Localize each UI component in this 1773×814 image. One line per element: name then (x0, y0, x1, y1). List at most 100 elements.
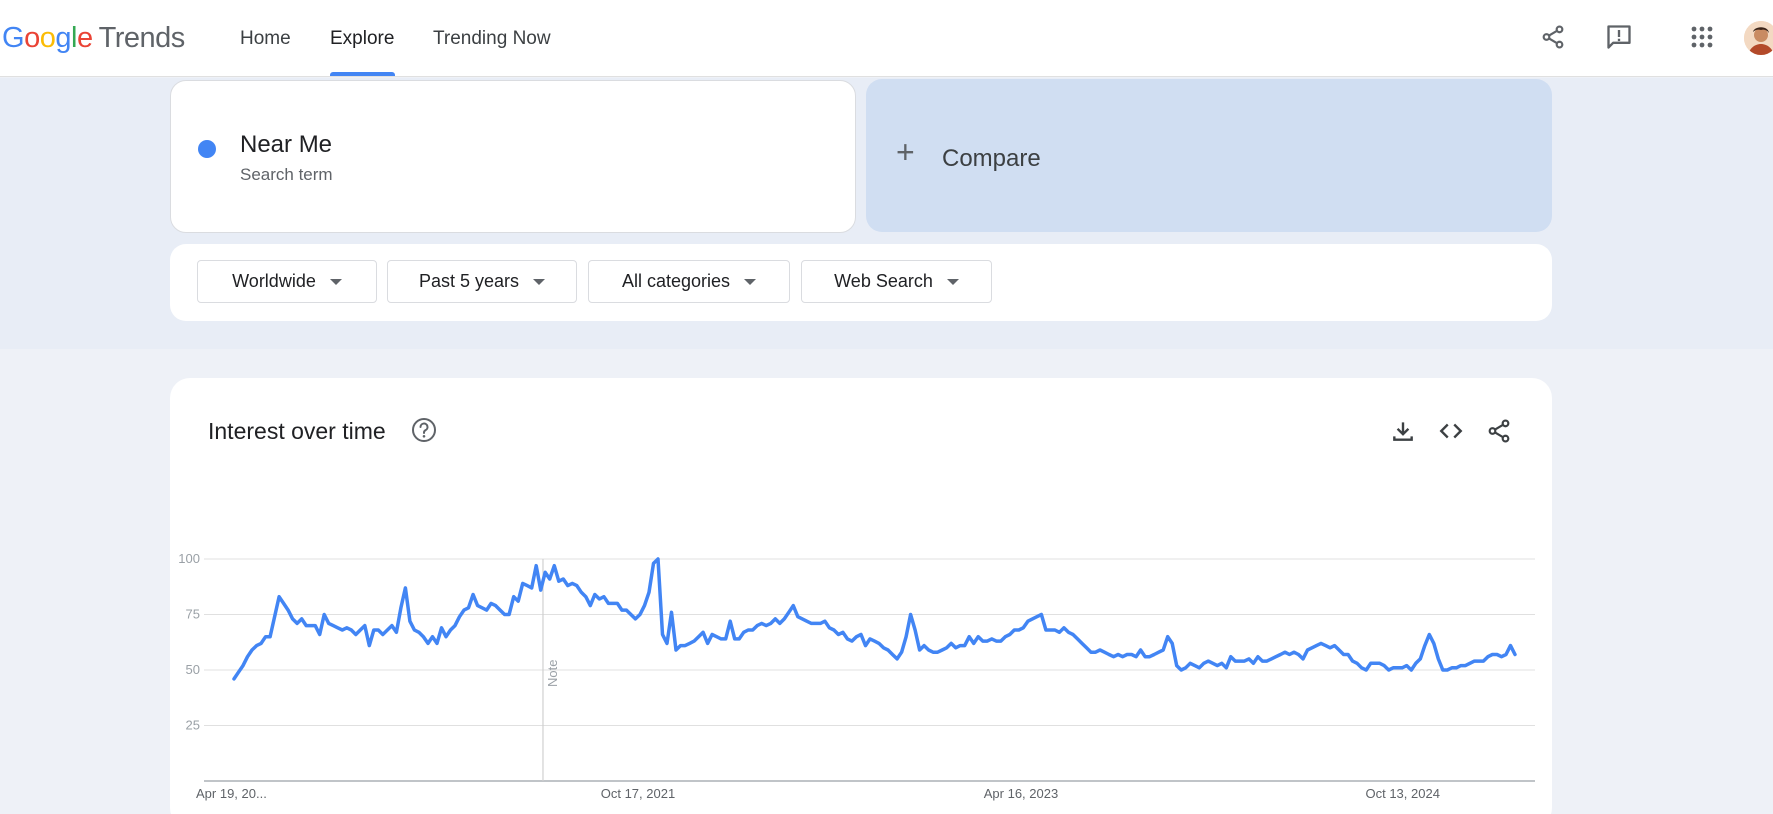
data-point (620, 608, 624, 612)
data-point (1418, 657, 1422, 661)
data-point (1175, 664, 1179, 668)
data-point (277, 595, 281, 599)
data-point (1130, 653, 1134, 657)
interest-line-chart[interactable]: 25 50 75 100 Note Apr 19, 20... Oct 17, 2021 Ap… (170, 378, 1552, 814)
compare-button[interactable]: + Compare (866, 79, 1552, 232)
data-point (340, 628, 344, 632)
data-point (584, 595, 588, 599)
data-point (1229, 655, 1233, 659)
note-label: Note (545, 660, 560, 687)
data-point (1387, 668, 1391, 672)
apps-grid-icon[interactable] (1687, 22, 1717, 52)
data-point (670, 610, 674, 614)
data-point (1351, 659, 1355, 663)
data-point (665, 641, 669, 645)
data-point (295, 621, 299, 625)
data-point (1355, 661, 1359, 665)
data-point (1179, 668, 1183, 672)
data-point (1152, 653, 1156, 657)
share-icon[interactable] (1538, 22, 1568, 52)
data-point (606, 601, 610, 605)
data-point (769, 621, 773, 625)
data-point (688, 641, 692, 645)
data-point (1333, 644, 1337, 648)
data-point (304, 624, 308, 628)
data-point (543, 570, 547, 574)
data-point (1139, 648, 1143, 652)
chevron-down-icon (533, 278, 546, 285)
data-point (1378, 661, 1382, 665)
data-point (1500, 655, 1504, 659)
data-point (638, 613, 642, 617)
data-point (972, 641, 976, 645)
chevron-down-icon (329, 278, 342, 285)
filter-search-type-dropdown[interactable]: Web Search (801, 260, 992, 303)
data-point (918, 648, 922, 652)
data-point (345, 626, 349, 630)
data-point (778, 621, 782, 625)
data-point (1364, 668, 1368, 672)
search-term-name[interactable]: Near Me (240, 131, 332, 159)
data-point (548, 577, 552, 581)
data-point (1490, 653, 1494, 657)
search-term-card[interactable]: Near Me Search term (170, 80, 856, 233)
data-point (1269, 657, 1273, 661)
filter-time-range-dropdown[interactable]: Past 5 years (387, 260, 577, 303)
data-point (814, 621, 818, 625)
data-point (1315, 644, 1319, 648)
data-point (1098, 648, 1102, 652)
data-point (1057, 630, 1061, 634)
term-color-dot (198, 140, 216, 158)
data-point (1170, 641, 1174, 645)
google-trends-logo[interactable]: Google Trends (2, 22, 185, 55)
data-point (1495, 653, 1499, 657)
data-point (1405, 664, 1409, 668)
data-point (1328, 646, 1332, 650)
data-point (773, 617, 777, 621)
data-point (291, 617, 295, 621)
data-point (246, 655, 250, 659)
data-point (408, 619, 412, 623)
filter-location-dropdown[interactable]: Worldwide (197, 260, 377, 303)
nav-tab-trending-now[interactable]: Trending Now (433, 28, 551, 50)
data-point (1310, 646, 1314, 650)
data-point (1125, 653, 1129, 657)
data-point (286, 608, 290, 612)
nav-tab-explore[interactable]: Explore (330, 28, 394, 50)
feedback-icon[interactable] (1604, 22, 1634, 52)
data-point (602, 595, 606, 599)
nav-tab-home[interactable]: Home (240, 28, 291, 50)
data-point (1472, 659, 1476, 663)
interest-over-time-card: Interest over time 25 50 75 100 Note Apr 19, … (170, 378, 1552, 814)
data-point (1103, 650, 1107, 654)
x-tick-label: Oct 17, 2021 (601, 786, 675, 801)
data-point (476, 604, 480, 608)
data-point (701, 630, 705, 634)
data-point (394, 630, 398, 634)
data-point (864, 644, 868, 648)
data-point (818, 621, 822, 625)
data-point (1432, 641, 1436, 645)
data-point (1080, 641, 1084, 645)
data-point (1319, 641, 1323, 645)
data-point (421, 635, 425, 639)
data-point (557, 579, 561, 583)
data-point (1409, 668, 1413, 672)
data-point (963, 644, 967, 648)
data-point (850, 639, 854, 643)
data-point (904, 635, 908, 639)
data-point (1076, 637, 1080, 641)
data-point (1039, 613, 1043, 617)
data-point (733, 637, 737, 641)
data-point (1202, 661, 1206, 665)
avatar[interactable] (1744, 21, 1773, 55)
data-point (656, 557, 660, 561)
data-point (787, 610, 791, 614)
data-point (512, 595, 516, 599)
data-point (633, 617, 637, 621)
data-point (1450, 666, 1454, 670)
filter-category-dropdown[interactable]: All categories (588, 260, 790, 303)
data-point (363, 624, 367, 628)
plus-icon: + (896, 134, 915, 170)
filter-label: Worldwide (232, 271, 316, 291)
